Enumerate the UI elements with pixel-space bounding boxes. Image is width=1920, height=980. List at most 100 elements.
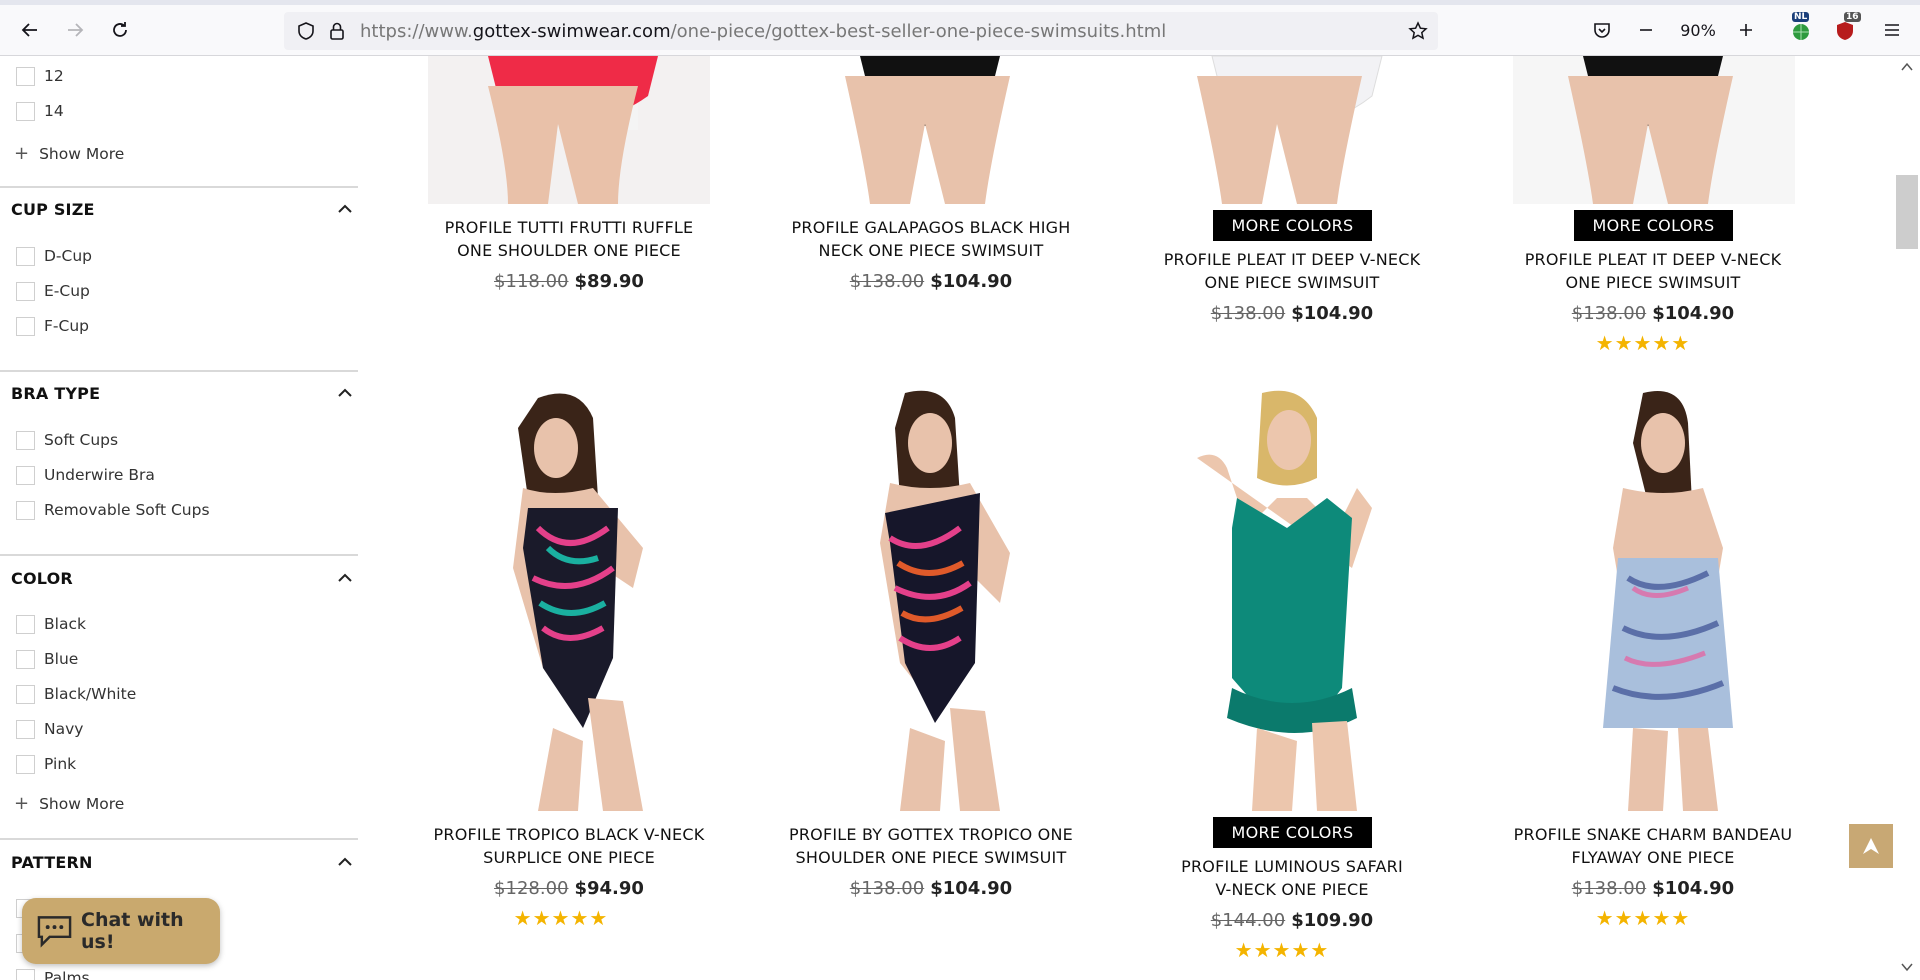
checkbox[interactable] <box>16 754 35 774</box>
filter-color-blue[interactable]: Blue <box>16 648 78 670</box>
zoom-value: 90% <box>1680 20 1716 40</box>
filter-size-14[interactable]: 14 <box>16 100 64 122</box>
filter-color-pink[interactable]: Pink <box>16 753 76 775</box>
checkbox[interactable] <box>16 430 35 450</box>
checkbox[interactable] <box>16 246 35 266</box>
original-price: $138.00 <box>1571 878 1647 899</box>
sale-price: $109.90 <box>1291 910 1374 931</box>
checkbox[interactable] <box>16 281 35 301</box>
more-colors-badge[interactable]: MORE COLORS <box>1213 817 1372 848</box>
checkbox[interactable] <box>16 500 35 520</box>
zoom-in-button[interactable] <box>1730 14 1762 46</box>
product-title[interactable]: PROFILE TROPICO BLACK V-NECK SURPLICE ONE… <box>404 823 734 869</box>
filter-cup-e[interactable]: E-Cup <box>16 280 90 302</box>
sale-price: $104.90 <box>1652 303 1735 324</box>
shield-icon[interactable] <box>296 21 316 41</box>
filter-option-label: D-Cup <box>44 247 93 265</box>
product-title-line: PROFILE PLEAT IT DEEP V-NECK <box>1163 250 1421 269</box>
lock-icon[interactable] <box>328 21 346 41</box>
chevron-up-icon[interactable] <box>332 383 358 403</box>
menu-button[interactable] <box>1876 14 1908 46</box>
scrollbar-thumb[interactable] <box>1896 175 1918 249</box>
product-price: $144.00 $109.90 <box>1127 910 1457 931</box>
checkbox[interactable] <box>16 968 35 980</box>
zoom-level[interactable]: 90% <box>1670 14 1726 46</box>
product-title[interactable]: PROFILE TUTTI FRUTTI RUFFLE ONE SHOULDER … <box>404 216 734 262</box>
filter-pattern-palms[interactable]: Palms <box>16 967 90 980</box>
scroll-up-arrow-icon[interactable] <box>1901 62 1913 72</box>
product-image[interactable] <box>1152 388 1434 811</box>
extension-shield-button[interactable]: 16 <box>1828 12 1862 46</box>
section-divider <box>0 838 358 840</box>
product-image[interactable] <box>790 56 1072 204</box>
product-title[interactable]: PROFILE BY GOTTEX TROPICO ONE SHOULDER ON… <box>766 823 1096 869</box>
chevron-up-icon[interactable] <box>332 568 358 588</box>
hamburger-menu-icon <box>1885 24 1899 36</box>
url-domain: gottex-swimwear.com <box>472 21 671 42</box>
product-title[interactable]: PROFILE LUMINOUS SAFARI V-NECK ONE PIECE <box>1127 855 1457 901</box>
product-title[interactable]: PROFILE SNAKE CHARM BANDEAU FLYAWAY ONE P… <box>1488 823 1818 869</box>
star-icon[interactable] <box>1408 21 1428 41</box>
filter-option-label: E-Cup <box>44 282 90 300</box>
checkbox[interactable] <box>16 316 35 336</box>
product-image[interactable] <box>1152 56 1434 204</box>
product-image[interactable] <box>1513 56 1795 204</box>
chat-with-us-button[interactable]: Chat with us! <box>22 898 220 964</box>
filter-cup-f[interactable]: F-Cup <box>16 315 89 337</box>
color-show-more-link[interactable]: + Show More <box>14 793 124 814</box>
filter-bra-removable[interactable]: Removable Soft Cups <box>16 499 210 521</box>
product-title[interactable]: PROFILE PLEAT IT DEEP V-NECK ONE PIECE SW… <box>1488 248 1818 294</box>
sale-price: $104.90 <box>930 878 1013 899</box>
checkbox[interactable] <box>16 101 35 121</box>
filter-option-label: F-Cup <box>44 317 89 335</box>
size-show-more-link[interactable]: + Show More <box>14 143 124 164</box>
product-image[interactable] <box>1513 388 1795 811</box>
chevron-up-icon[interactable] <box>332 852 358 872</box>
filter-color-black-white[interactable]: Black/White <box>16 683 136 705</box>
url-bar[interactable]: https://www.gottex-swimwear.com/one-piec… <box>284 12 1438 50</box>
product-title[interactable]: PROFILE PLEAT IT DEEP V-NECK ONE PIECE SW… <box>1127 248 1457 294</box>
scroll-down-arrow-icon[interactable] <box>1901 962 1913 972</box>
checkbox[interactable] <box>16 614 35 634</box>
forward-button[interactable] <box>59 14 91 46</box>
filter-color-navy[interactable]: Navy <box>16 718 83 740</box>
product-title[interactable]: PROFILE GALAPAGOS BLACK HIGH NECK ONE PIE… <box>766 216 1096 262</box>
section-divider <box>0 370 358 372</box>
product-price: $138.00 $104.90 <box>766 878 1096 899</box>
sale-price: $104.90 <box>1291 303 1374 324</box>
show-more-label: Show More <box>39 144 125 163</box>
extension-nl-button[interactable]: NL <box>1784 12 1818 46</box>
bra-type-section-header[interactable]: BRA TYPE <box>11 380 358 406</box>
checkbox[interactable] <box>16 66 35 86</box>
checkbox[interactable] <box>16 465 35 485</box>
reload-button[interactable] <box>104 14 136 46</box>
more-colors-badge[interactable]: MORE COLORS <box>1574 210 1733 241</box>
checkbox[interactable] <box>16 649 35 669</box>
product-image[interactable] <box>790 388 1072 811</box>
filter-option-label: Black/White <box>44 685 137 703</box>
section-title: BRA TYPE <box>11 383 101 403</box>
filter-option-label: 12 <box>44 67 64 85</box>
url-text[interactable]: https://www.gottex-swimwear.com/one-piec… <box>360 21 1166 42</box>
filter-cup-d[interactable]: D-Cup <box>16 245 92 267</box>
more-colors-badge[interactable]: MORE COLORS <box>1213 210 1372 241</box>
pattern-section-header[interactable]: PATTERN <box>11 849 358 875</box>
product-image[interactable] <box>428 388 710 811</box>
color-section-header[interactable]: COLOR <box>11 565 358 591</box>
back-button[interactable] <box>14 14 46 46</box>
pocket-button[interactable] <box>1586 14 1618 46</box>
back-to-top-button[interactable] <box>1849 824 1893 868</box>
cup-size-section-header[interactable]: CUP SIZE <box>11 196 358 222</box>
filter-bra-underwire[interactable]: Underwire Bra <box>16 464 155 486</box>
plus-icon: + <box>14 143 30 164</box>
checkbox[interactable] <box>16 684 35 704</box>
checkbox[interactable] <box>16 719 35 739</box>
zoom-out-button[interactable] <box>1630 14 1662 46</box>
filter-size-12[interactable]: 12 <box>16 65 64 87</box>
chevron-up-icon[interactable] <box>332 199 358 219</box>
filter-bra-soft-cups[interactable]: Soft Cups <box>16 429 118 451</box>
original-price: $138.00 <box>849 271 925 292</box>
product-image[interactable] <box>428 56 710 204</box>
section-title: CUP SIZE <box>11 199 95 219</box>
filter-color-black[interactable]: Black <box>16 613 86 635</box>
